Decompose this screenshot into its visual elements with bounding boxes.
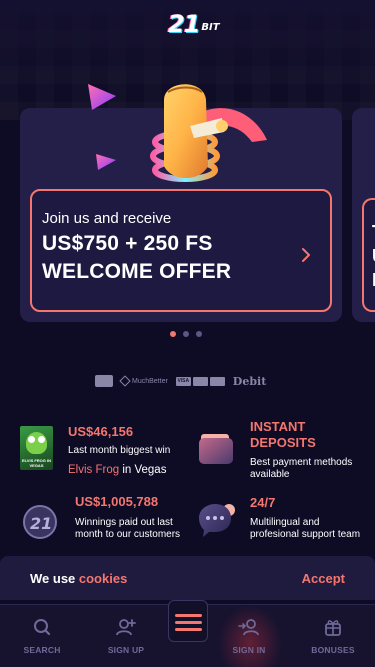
nav-signin[interactable]: SIGN IN xyxy=(219,615,279,659)
game-location-prefix: in xyxy=(119,464,135,476)
menu-bar-2 xyxy=(175,621,202,624)
card-logos: VISA xyxy=(175,376,225,386)
carousel-dot-1[interactable] xyxy=(170,331,176,337)
chevron-right-icon[interactable] xyxy=(298,247,314,263)
biggest-win-amount: US$46,156 xyxy=(68,424,134,439)
payment-methods: MuchBetter VISA Debit xyxy=(95,372,285,390)
feature-biggest-win: US$46,156 Last month biggest win Elvis F… xyxy=(68,424,198,477)
frog-icon xyxy=(26,432,47,454)
instant-deposits-text: Best payment methods available xyxy=(250,457,353,480)
instant-deposits-title: INSTANT DEPOSITS xyxy=(250,419,316,450)
coin-21-icon: 21 xyxy=(23,505,57,539)
offer-lead-text: Join us and receive xyxy=(42,210,172,227)
nav-search-label: SEARCH xyxy=(23,645,61,655)
carousel-dot-3[interactable] xyxy=(196,331,202,337)
offer-title: WELCOME OFFER xyxy=(42,260,232,283)
biggest-win-text: Last month biggest win xyxy=(68,445,171,456)
logo-number: 21 xyxy=(168,10,200,38)
feature-instant-deposits: INSTANT DEPOSITS Best payment methods av… xyxy=(250,419,370,481)
visa-logo: VISA xyxy=(175,376,191,386)
muchbetter-icon xyxy=(119,375,131,387)
welcome-offer-banner[interactable]: Join us and receive US$750 + 250 FS WELC… xyxy=(30,189,332,312)
game-thumbnail-elvis-frog[interactable]: ELVIS FROG IN VEGAS xyxy=(20,426,53,470)
game-thumbnail-label: ELVIS FROG IN VEGAS xyxy=(21,458,52,468)
game-link-elvis-frog[interactable]: Elvis Frog xyxy=(68,464,119,476)
menu-bar-1 xyxy=(175,614,202,617)
support-text: Multilingual and profesional support tea… xyxy=(250,517,361,540)
logo-text: BIT xyxy=(201,22,220,33)
muchbetter-label: MuchBetter xyxy=(132,377,168,385)
mastercard-logo-icon xyxy=(192,376,208,386)
gift-icon xyxy=(325,620,341,636)
next-offer-preview[interactable]: TUI xyxy=(362,198,375,312)
card-logo-icon xyxy=(209,376,225,386)
add-user-icon xyxy=(116,619,136,636)
neteller-logo-icon xyxy=(95,375,113,387)
search-icon xyxy=(34,619,51,636)
carousel-dots xyxy=(170,331,202,337)
nav-search[interactable]: SEARCH xyxy=(12,615,72,659)
cookies-link[interactable]: cookies xyxy=(79,571,127,586)
menu-button[interactable] xyxy=(168,600,208,642)
chat-bubble-icon xyxy=(199,504,235,537)
svg-text:21: 21 xyxy=(30,514,52,533)
hero-mascot-illustration xyxy=(88,84,267,182)
site-logo[interactable]: 21 BIT xyxy=(168,8,230,38)
cookie-message: We use cookies xyxy=(30,571,127,586)
game-location: Vegas xyxy=(134,464,167,476)
nav-signup[interactable]: SIGN UP xyxy=(96,615,156,659)
biggest-win-game: Elvis Frog in Vegas xyxy=(68,463,198,477)
nav-bonuses-label: BONUSES xyxy=(311,645,355,655)
cookie-banner: We use cookies Accept xyxy=(0,556,375,600)
feature-paid-out: US$1,005,788 Winnings paid out last mont… xyxy=(75,494,185,541)
support-title: 24/7 xyxy=(250,495,276,510)
user-login-icon xyxy=(238,619,259,636)
accept-cookies-button[interactable]: Accept xyxy=(302,571,345,586)
wallet-icon xyxy=(199,434,233,464)
offer-amount: US$750 + 250 FS xyxy=(42,232,213,255)
menu-bar-3 xyxy=(175,628,202,631)
cookie-message-prefix: We use xyxy=(30,570,79,586)
nav-signin-label: SIGN IN xyxy=(232,645,266,655)
paid-out-text: Winnings paid out last month to our cust… xyxy=(75,517,181,540)
muchbetter-logo: MuchBetter xyxy=(119,375,168,387)
nav-signup-label: SIGN UP xyxy=(107,645,145,655)
nav-bonuses[interactable]: BONUSES xyxy=(303,615,363,659)
feature-support: 24/7 Multilingual and profesional suppor… xyxy=(250,495,370,541)
carousel-dot-2[interactable] xyxy=(183,331,189,337)
debit-logo: Debit xyxy=(232,374,267,388)
paid-out-amount: US$1,005,788 xyxy=(75,494,159,509)
